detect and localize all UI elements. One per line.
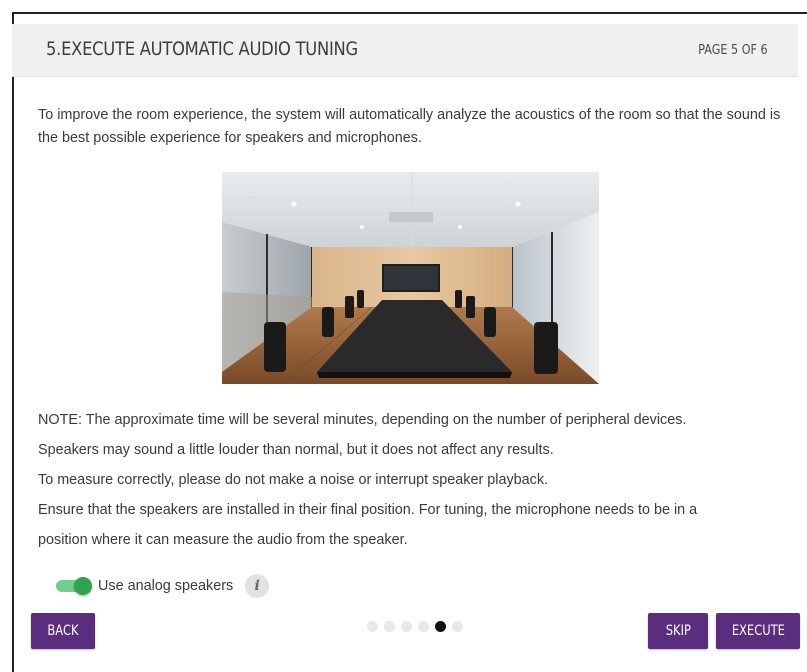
back-button[interactable]: BACK [31,613,95,649]
toggle-knob [74,577,92,595]
analog-speakers-row: Use analog speakers i [54,574,270,598]
skip-button-label: SKIP [665,623,691,639]
pagination-dots [367,621,463,632]
note-line: Speakers may sound a little louder than … [38,442,554,458]
page-dot [452,621,463,632]
conference-room-image [222,172,599,384]
page-title: 5.EXECUTE AUTOMATIC AUDIO TUNING [46,38,358,60]
note-line: NOTE: The approximate time will be sever… [38,412,687,428]
execute-button-label: EXECUTE [731,623,785,639]
dialog-header: 5.EXECUTE AUTOMATIC AUDIO TUNING PAGE 5 … [12,24,798,77]
page-dot [367,621,378,632]
page-dot [418,621,429,632]
analog-speakers-toggle[interactable] [54,575,92,597]
back-button-label: BACK [47,623,79,639]
info-icon[interactable]: i [245,574,270,598]
skip-button[interactable]: SKIP [648,613,708,649]
analog-speakers-label: Use analog speakers [98,578,234,594]
page-dot [401,621,412,632]
execute-button[interactable]: EXECUTE [716,613,800,649]
note-line: position where it can measure the audio … [38,532,408,548]
page-dot-active [435,621,446,632]
intro-text: To improve the room experience, the syst… [38,107,781,146]
page-indicator: PAGE 5 OF 6 [698,43,768,58]
note-line: To measure correctly, please do not make… [38,472,549,488]
notes-section: NOTE: The approximate time will be sever… [38,405,798,555]
note-line: Ensure that the speakers are installed i… [38,502,698,518]
page-dot [384,621,395,632]
